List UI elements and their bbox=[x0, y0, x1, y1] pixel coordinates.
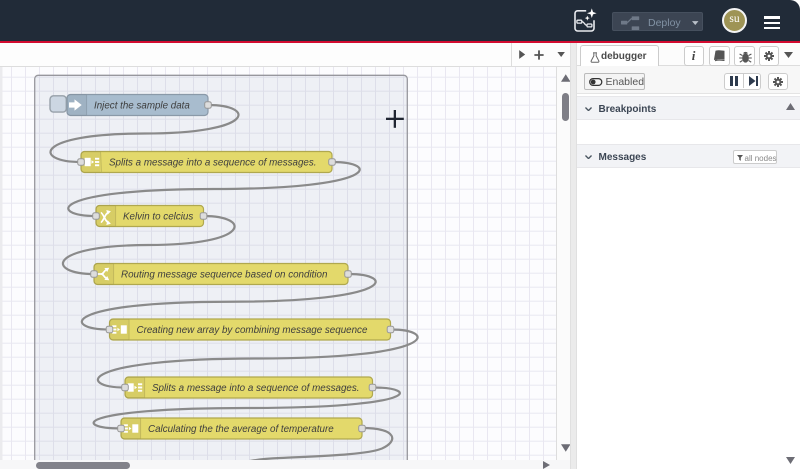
svg-text:Routing message sequence based: Routing message sequence based on condit… bbox=[121, 269, 327, 280]
svg-text:Inject the sample data: Inject the sample data bbox=[94, 100, 190, 111]
svg-text:Creating new array by combinin: Creating new array by combining message … bbox=[137, 325, 368, 336]
svg-text:Splits a message into a sequen: Splits a message into a sequence of mess… bbox=[109, 157, 317, 168]
svg-text:Kelvin to celcius: Kelvin to celcius bbox=[123, 211, 193, 222]
svg-text:Splits a message into a sequen: Splits a message into a sequence of mess… bbox=[152, 383, 360, 394]
svg-text:Calculating the the average of: Calculating the the average of temperatu… bbox=[148, 424, 334, 435]
